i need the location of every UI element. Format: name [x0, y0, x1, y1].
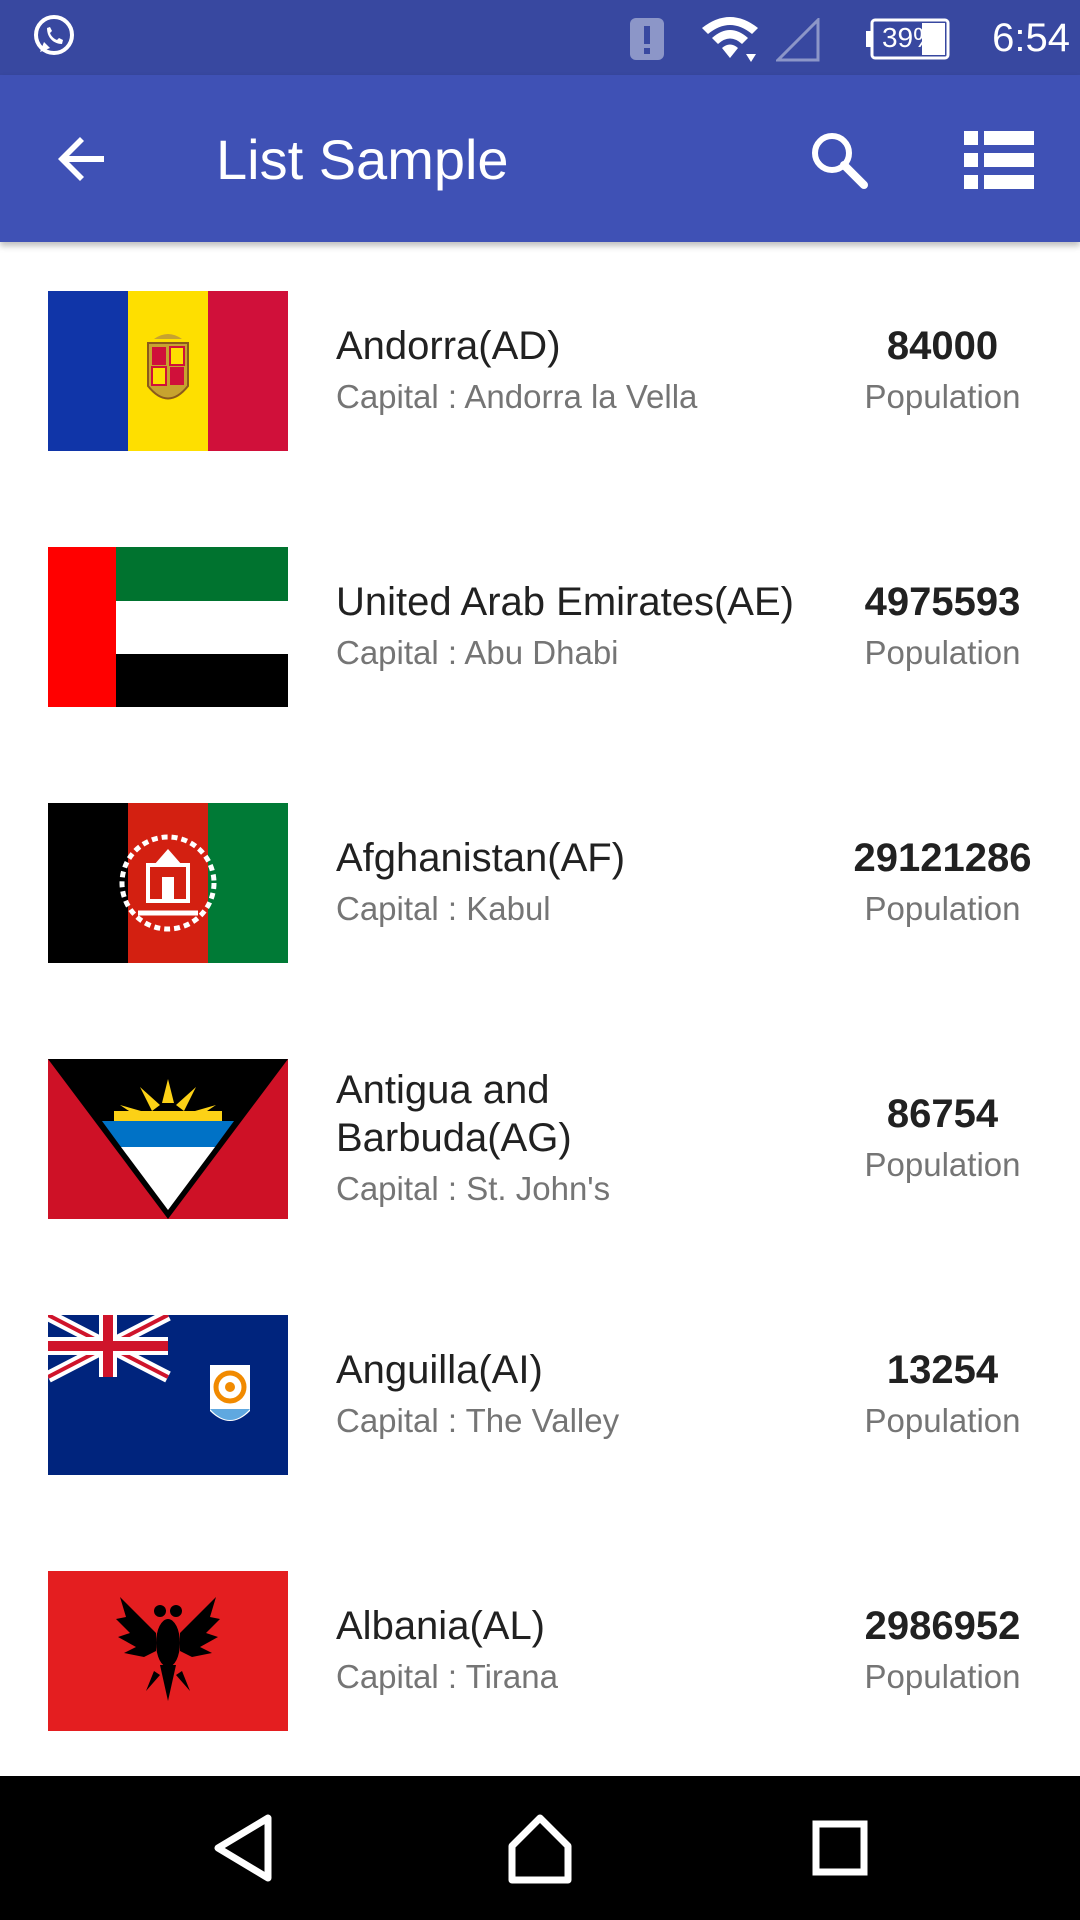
nav-home-icon[interactable] — [500, 1808, 580, 1888]
population-value: 84000 — [886, 324, 999, 368]
list-item[interactable]: Albania(AL) Capital : Tirana 2986952 Pop… — [0, 1522, 1080, 1776]
nav-recent-icon[interactable] — [800, 1808, 880, 1888]
list-item[interactable]: United Arab Emirates(AE) Capital : Abu D… — [0, 498, 1080, 754]
whatsapp-icon — [34, 15, 74, 55]
country-name: Anguilla(AI) — [336, 1348, 543, 1392]
population-label: Population — [864, 1402, 1021, 1439]
search-icon[interactable] — [808, 129, 870, 191]
list-view-icon[interactable] — [962, 129, 1036, 191]
country-name: Albania(AL) — [336, 1604, 546, 1648]
app-bar: List Sample — [0, 75, 1080, 242]
population-value: 86754 — [886, 1092, 999, 1136]
population-value: 29121286 — [853, 836, 1032, 880]
population-label: Population — [864, 1658, 1021, 1695]
country-capital: Capital : The Valley — [336, 1402, 620, 1439]
nav-back-icon[interactable] — [206, 1808, 286, 1888]
system-nav-bar — [0, 1776, 1080, 1920]
antigua-flag — [48, 1059, 288, 1219]
signal-icon — [776, 18, 820, 62]
wifi-icon — [702, 17, 758, 62]
status-clock: 6:54 — [992, 16, 1070, 60]
alert-icon — [630, 18, 664, 60]
anguilla-flag — [48, 1315, 288, 1475]
country-name: Afghanistan(AF) — [336, 836, 626, 880]
country-capital: Capital : Andorra la Vella — [336, 378, 698, 415]
albania-flag — [48, 1571, 288, 1731]
list-item[interactable]: Afghanistan(AF) Capital : Kabul 29121286… — [0, 754, 1080, 1010]
back-arrow-icon[interactable] — [54, 131, 110, 187]
population-label: Population — [864, 1146, 1021, 1183]
population-label: Population — [864, 634, 1021, 671]
country-capital: Capital : Abu Dhabi — [336, 634, 619, 671]
country-name: Andorra(AD) — [336, 324, 561, 368]
country-capital: Capital : St. John's — [336, 1170, 611, 1207]
population-value: 2986952 — [864, 1604, 1021, 1648]
uae-flag — [48, 547, 288, 707]
country-capital: Capital : Kabul — [336, 890, 551, 927]
list-item[interactable]: Andorra(AD) Capital : Andorra la Vella 8… — [0, 242, 1080, 498]
country-capital: Capital : Tirana — [336, 1658, 558, 1695]
population-value: 13254 — [886, 1348, 999, 1392]
country-list[interactable]: Andorra(AD) Capital : Andorra la Vella 8… — [0, 242, 1080, 1776]
population-value: 4975593 — [864, 580, 1021, 624]
andorra-flag — [48, 291, 288, 451]
status-bar: 39% 6:54 — [0, 0, 1080, 75]
list-item[interactable]: Antigua and Barbuda(AG) Capital : St. Jo… — [0, 1010, 1080, 1266]
battery-percent: 39% — [881, 22, 939, 53]
population-label: Population — [864, 378, 1021, 415]
country-name: Antigua and Barbuda(AG) — [336, 1068, 572, 1160]
list-item[interactable]: Anguilla(AI) Capital : The Valley 13254 … — [0, 1266, 1080, 1522]
afghanistan-flag — [48, 803, 288, 963]
population-label: Population — [864, 890, 1021, 927]
page-title: List Sample — [216, 128, 509, 191]
country-name: United Arab Emirates(AE) — [336, 580, 794, 624]
